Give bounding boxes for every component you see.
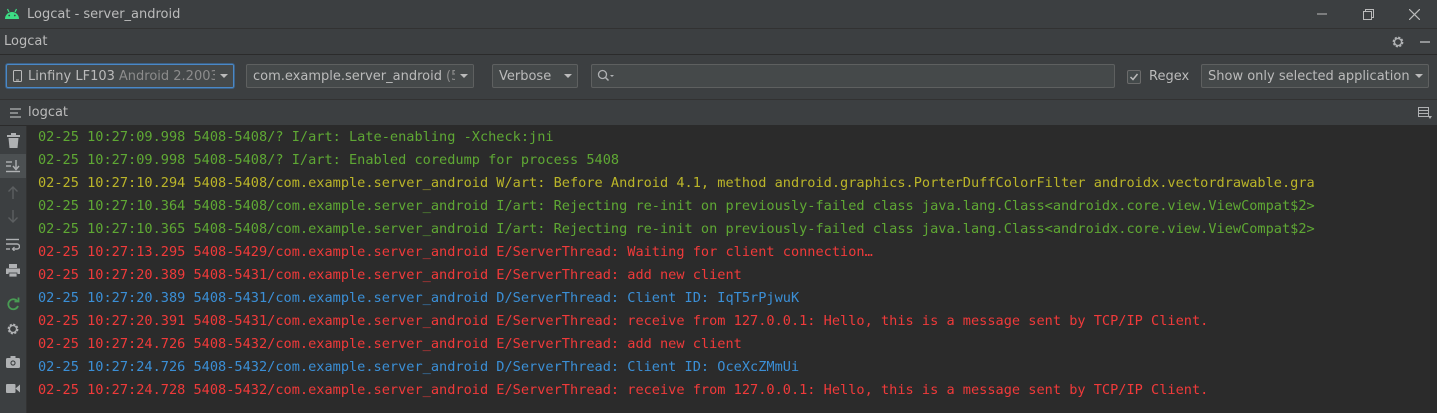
log-line: 02-25 10:27:20.389 5408-5431/com.example… (38, 267, 742, 283)
log-line: 02-25 10:27:24.726 5408-5432/com.example… (38, 336, 742, 352)
search-field[interactable] (591, 64, 1115, 88)
log-level-selector[interactable]: Verbose (492, 64, 578, 88)
minimize-icon (1317, 13, 1327, 15)
screenshot-icon (6, 356, 20, 368)
screen-record-icon (6, 383, 20, 393)
scroll-to-end-button[interactable] (0, 154, 26, 178)
close-button[interactable] (1391, 0, 1437, 28)
regex-option[interactable]: Regex (1127, 69, 1189, 84)
hide-panel-icon[interactable] (1419, 36, 1431, 48)
minimize-button[interactable] (1299, 0, 1345, 28)
log-level-value: Verbose (499, 68, 552, 84)
logcat-output[interactable]: 02-25 10:27:09.998 5408-5408/? I/art: La… (27, 126, 1437, 413)
restart-icon (7, 297, 20, 311)
log-line: 02-25 10:27:10.364 5408-5408/com.example… (38, 198, 1315, 214)
next-occurrence-button[interactable] (5, 209, 21, 225)
logcat-side-toolbar (0, 126, 27, 413)
logcat-tabbar: logcat (0, 100, 1437, 125)
scroll-to-end-icon (6, 160, 20, 173)
logcat-settings-button[interactable] (5, 321, 21, 337)
chevron-down-icon (564, 74, 572, 78)
phone-icon (13, 70, 22, 82)
process-selector[interactable]: com.example.server_android (5408) (246, 64, 474, 88)
log-line: 02-25 10:27:13.295 5408-5429/com.example… (38, 244, 873, 260)
android-icon (5, 8, 19, 19)
log-line: 02-25 10:27:20.389 5408-5431/com.example… (38, 290, 800, 306)
window-controls (1299, 0, 1437, 28)
log-line: 02-25 10:27:09.998 5408-5408/? I/art: La… (38, 129, 554, 145)
restore-icon (1362, 8, 1374, 20)
clear-logcat-button[interactable] (5, 132, 21, 148)
log-line: 02-25 10:27:20.391 5408-5431/com.example… (38, 313, 1209, 329)
process-name: com.example.server_android (253, 68, 442, 84)
tool-window-actions (1391, 29, 1431, 54)
window-titlebar: Logcat - server_android (0, 0, 1437, 29)
layout-icon[interactable] (1418, 107, 1432, 119)
down-arrow-icon (8, 210, 18, 223)
device-name: Linfiny LF103 (28, 68, 115, 84)
print-button[interactable] (5, 262, 21, 278)
up-arrow-icon (8, 186, 18, 199)
soft-wrap-icon (6, 238, 20, 251)
filter-value: Show only selected application (1208, 68, 1410, 84)
search-input[interactable] (618, 67, 1112, 87)
tool-window-title: Logcat (4, 34, 48, 49)
print-icon (6, 263, 20, 277)
log-line: 02-25 10:27:10.294 5408-5408/com.example… (38, 175, 1315, 191)
screen-record-button[interactable] (5, 380, 21, 396)
soft-wrap-button[interactable] (5, 236, 21, 252)
log-line: 02-25 10:27:24.728 5408-5432/com.example… (38, 382, 1209, 398)
gear-icon[interactable] (1391, 35, 1405, 49)
logcat-toolbar: Linfiny LF103 Android 2.2003280 com.exam… (0, 55, 1437, 100)
previous-occurrence-button[interactable] (5, 184, 21, 200)
window-title: Logcat - server_android (27, 6, 181, 22)
regex-label: Regex (1149, 69, 1190, 84)
log-line: 02-25 10:27:09.998 5408-5408/? I/art: En… (38, 152, 620, 168)
checkmark-icon (1129, 73, 1139, 81)
tab-logcat[interactable]: logcat (10, 105, 68, 120)
chevron-down-icon (220, 74, 228, 78)
restart-button[interactable] (5, 296, 21, 312)
device-selector[interactable]: Linfiny LF103 Android 2.2003280 (6, 64, 234, 88)
align-left-icon (10, 107, 21, 118)
screen-capture-button[interactable] (5, 354, 21, 370)
log-line: 02-25 10:27:24.726 5408-5432/com.example… (38, 359, 800, 375)
settings-icon (7, 323, 19, 335)
filter-selector[interactable]: Show only selected application (1201, 64, 1429, 88)
search-icon (597, 69, 614, 82)
chevron-down-icon (460, 74, 468, 78)
log-line: 02-25 10:27:10.365 5408-5408/com.example… (38, 221, 1315, 237)
trash-icon (6, 132, 20, 148)
tool-window-header: Logcat (0, 29, 1437, 55)
chevron-down-icon (1415, 74, 1423, 78)
close-icon (1408, 8, 1420, 20)
restore-button[interactable] (1345, 0, 1391, 28)
tab-label: logcat (28, 105, 69, 120)
regex-checkbox[interactable] (1127, 69, 1141, 84)
